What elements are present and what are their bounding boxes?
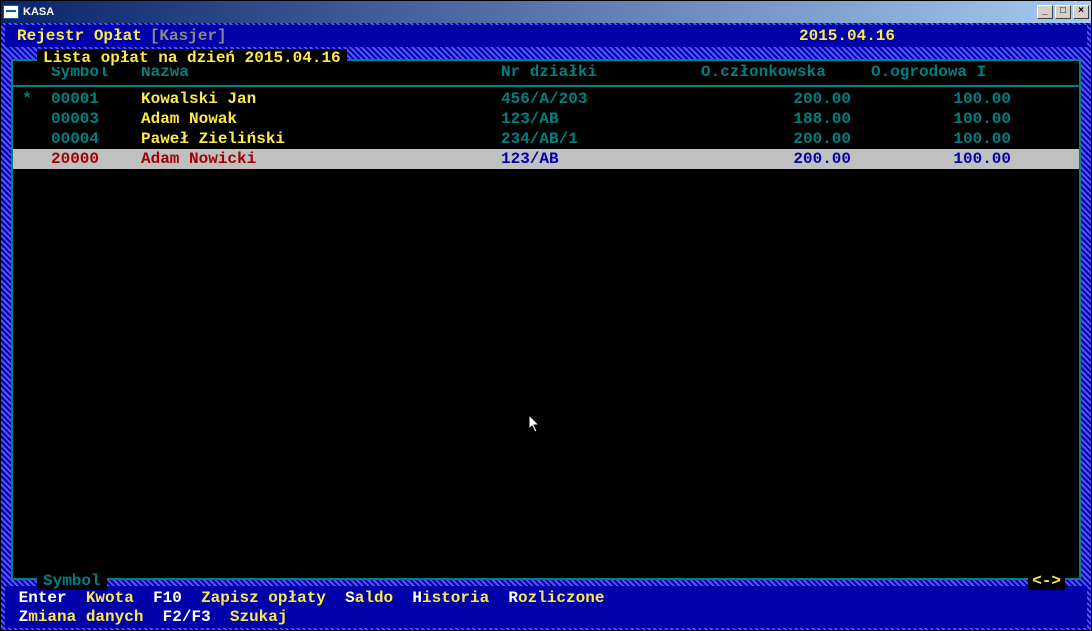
close-button[interactable]: × [1073, 5, 1089, 19]
row-garden: 100.00 [871, 90, 1031, 108]
app-icon [3, 5, 19, 19]
row-symbol: 20000 [41, 150, 141, 168]
col-plot: Nr działki [501, 63, 701, 81]
row-plot: 123/AB [501, 150, 701, 168]
row-member: 200.00 [701, 130, 871, 148]
table-row[interactable]: *00001Kowalski Jan456/A/203200.00100.00 [13, 89, 1079, 109]
row-member: 188.00 [701, 110, 871, 128]
table-row[interactable]: 20000Adam Nowicki123/AB200.00100.00 [13, 149, 1079, 169]
row-plot: 123/AB [501, 110, 701, 128]
footer-command[interactable]: Saldo [336, 589, 403, 607]
col-member: O.członkowska [701, 63, 871, 81]
app-body: Rejestr Opłat [Kasjer] 2015.04.16 Lista … [1, 23, 1091, 630]
footer-command[interactable]: Enter Kwota [9, 589, 143, 607]
footer-command[interactable]: Historia [403, 589, 499, 607]
row-symbol: 00004 [41, 130, 141, 148]
page-title: Rejestr Opłat [17, 27, 142, 45]
footer-bar: Enter Kwota F10 Zapisz opłaty Saldo Hist… [5, 586, 1087, 628]
row-symbol: 00001 [41, 90, 141, 108]
user-role: [Kasjer] [150, 27, 227, 45]
row-garden: 100.00 [871, 130, 1031, 148]
app-window: KASA _ □ × Rejestr Opłat [Kasjer] 2015.0… [0, 0, 1092, 631]
footer-command[interactable]: F2/F3 Szukaj [153, 608, 297, 626]
table-row[interactable]: 00004Paweł Zieliński234/AB/1200.00100.00 [13, 129, 1079, 149]
window-title: KASA [23, 6, 54, 18]
header-bar: Rejestr Opłat [Kasjer] 2015.04.16 [5, 25, 1087, 47]
panel-footer-label: Symbol [37, 572, 107, 590]
panel-title: Lista opłat na dzień 2015.04.16 [37, 49, 347, 67]
footer-command[interactable]: Zmiana danych [9, 608, 153, 626]
row-mark: * [13, 90, 41, 108]
list-panel: Lista opłat na dzień 2015.04.16 Symbol N… [11, 59, 1081, 580]
table-row[interactable]: 00003Adam Nowak123/AB188.00100.00 [13, 109, 1079, 129]
col-garden: O.ogrodowa I [871, 63, 1031, 81]
row-garden: 100.00 [871, 110, 1031, 128]
row-symbol: 00003 [41, 110, 141, 128]
row-member: 200.00 [701, 90, 871, 108]
footer-command[interactable]: Rozliczone [499, 589, 614, 607]
current-date: 2015.04.16 [799, 27, 895, 45]
row-plot: 456/A/203 [501, 90, 701, 108]
row-name: Adam Nowak [141, 110, 501, 128]
row-name: Paweł Zieliński [141, 130, 501, 148]
maximize-button[interactable]: □ [1055, 5, 1071, 19]
row-name: Adam Nowicki [141, 150, 501, 168]
row-plot: 234/AB/1 [501, 130, 701, 148]
cursor-icon [529, 415, 541, 433]
row-name: Kowalski Jan [141, 90, 501, 108]
row-member: 200.00 [701, 150, 871, 168]
window-controls: _ □ × [1035, 5, 1089, 19]
rows-container: *00001Kowalski Jan456/A/203200.00100.000… [13, 89, 1079, 169]
titlebar[interactable]: KASA _ □ × [1, 1, 1091, 23]
minimize-button[interactable]: _ [1037, 5, 1053, 19]
panel-scroll-arrows[interactable]: <-> [1028, 572, 1065, 590]
header-divider [13, 85, 1079, 87]
footer-command[interactable]: F10 Zapisz opłaty [143, 589, 335, 607]
row-garden: 100.00 [871, 150, 1031, 168]
